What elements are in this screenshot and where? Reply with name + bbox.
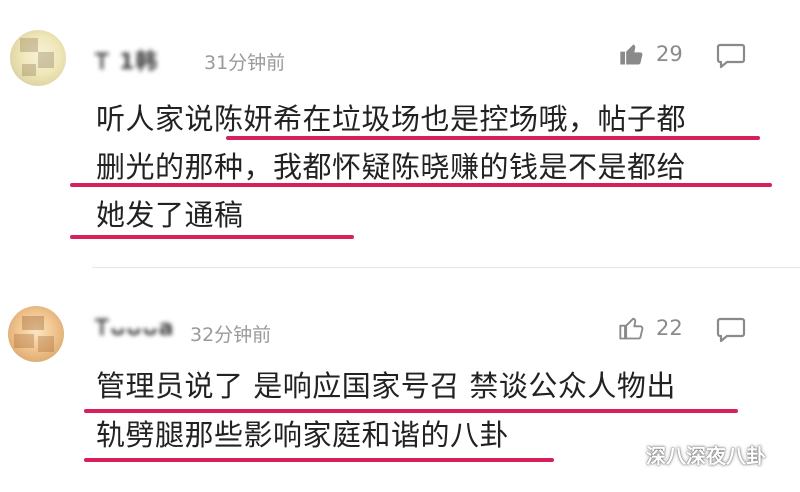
reply-button[interactable] [716, 42, 746, 74]
watermark-text: 深八深夜八卦 [646, 444, 766, 468]
comment-bubble-icon [716, 317, 746, 343]
username[interactable]: Ꭲ 1韩 [96, 44, 192, 75]
comment-bubble-icon [716, 43, 746, 69]
comment-text-line: 听人家说陈妍希在垃圾场也是控场哦，帖子都 [96, 102, 687, 136]
divider [92, 267, 800, 268]
like-count: 29 [656, 42, 683, 66]
like-count: 22 [656, 316, 683, 340]
highlight-underline [70, 235, 354, 239]
reply-button[interactable] [716, 316, 746, 348]
avatar[interactable] [8, 306, 64, 362]
timestamp: 32分钟前 [190, 324, 272, 346]
comment-text-line: 她发了通稿 [96, 198, 244, 232]
username[interactable]: Ꭲᴗᴗᴗa [96, 316, 180, 346]
highlight-underline [70, 183, 772, 187]
wechat-icon [610, 443, 637, 464]
like-button[interactable]: 22 [618, 314, 683, 342]
watermark: 深八深夜八卦 [610, 440, 766, 469]
thumbs-up-icon [620, 44, 643, 65]
comment-text-line: 管理员说了 是响应国家号召 禁谈公众人物出 [96, 369, 676, 403]
comment-item: Ꭲ 1韩 31分钟前 29 听人家说陈妍希在垃圾场也是控场哦，帖子都 删光的那种… [0, 0, 800, 268]
comment-text-line: 轨劈腿那些影响家庭和谐的八卦 [96, 418, 510, 452]
comment-text-line: 删光的那种，我都怀疑陈晓赚的钱是不是都给 [96, 150, 687, 184]
highlight-underline [84, 458, 554, 462]
highlight-underline [84, 409, 738, 413]
like-button[interactable]: 29 [618, 40, 683, 68]
timestamp: 31分钟前 [204, 52, 286, 74]
avatar[interactable] [10, 30, 66, 86]
thumbs-up-icon [619, 317, 644, 340]
highlight-underline [226, 136, 760, 140]
